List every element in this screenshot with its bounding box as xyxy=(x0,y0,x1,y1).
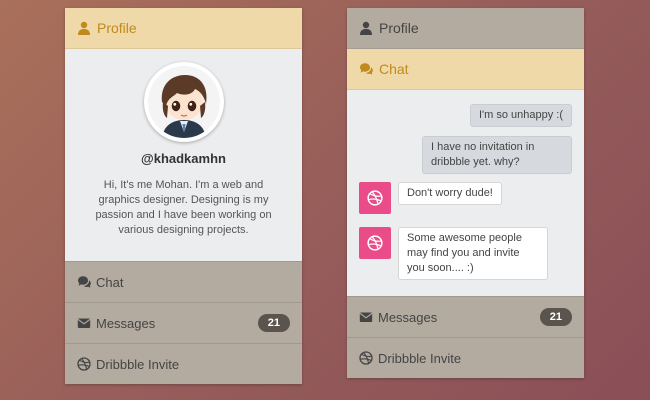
chat-message-sent: I'm so unhappy :( xyxy=(469,104,572,127)
dribbble-icon xyxy=(359,351,373,365)
message-count-badge: 21 xyxy=(257,314,290,332)
profile-card: @khadkamhn Hi, It's me Mohan. I'm a web … xyxy=(65,49,302,261)
menu-item-messages[interactable]: Messages 21 xyxy=(65,302,302,343)
dribbble-icon xyxy=(77,357,91,371)
envelope-icon xyxy=(77,316,91,330)
username: @khadkamhn xyxy=(141,151,226,166)
dribbble-avatar xyxy=(359,182,391,214)
chat-message-received: Don't worry dude! xyxy=(359,182,502,214)
menu-item-messages[interactable]: Messages 21 xyxy=(347,296,584,337)
menu-item-label: Messages xyxy=(96,315,156,331)
message-count-badge: 21 xyxy=(539,308,572,326)
menu-item-dribbble-invite[interactable]: Dribbble Invite xyxy=(347,337,584,378)
comments-icon xyxy=(359,62,373,76)
profile-panel: Profile @khadkamhn Hi, It's me Mohan. I'… xyxy=(65,8,302,384)
user-icon xyxy=(359,21,373,35)
chat-panel: Profile Chat I'm so unhappy :( I have no… xyxy=(347,8,584,378)
dribbble-avatar xyxy=(359,227,391,259)
menu-item-label: Dribbble Invite xyxy=(96,356,180,372)
menu-item-dribbble-invite[interactable]: Dribbble Invite xyxy=(65,343,302,384)
menu-item-chat[interactable]: Chat xyxy=(65,261,302,302)
menu-item-label: Chat xyxy=(96,274,124,290)
chat-message-text: Don't worry dude! xyxy=(398,182,502,205)
menu-item-label: Messages xyxy=(378,309,438,325)
chat-message-received: Some awesome people may find you and inv… xyxy=(359,227,548,280)
chat-message-text: Some awesome people may find you and inv… xyxy=(398,227,548,280)
chat-header[interactable]: Chat xyxy=(347,49,584,90)
comments-icon xyxy=(77,275,91,289)
profile-header-label: Profile xyxy=(379,20,419,36)
chat-message-sent: I have no invitation in dribbble yet. wh… xyxy=(422,136,572,174)
envelope-icon xyxy=(359,310,373,324)
menu-item-label: Dribbble Invite xyxy=(378,350,462,366)
profile-header[interactable]: Profile xyxy=(347,8,584,49)
chat-header-label: Chat xyxy=(379,61,409,77)
bio-text: Hi, It's me Mohan. I'm a web and graphic… xyxy=(95,179,272,236)
profile-header-label: Profile xyxy=(97,20,137,36)
chat-conversation: I'm so unhappy :( I have no invitation i… xyxy=(347,90,584,296)
user-icon xyxy=(77,21,91,35)
profile-header[interactable]: Profile xyxy=(65,8,302,49)
avatar xyxy=(143,62,224,142)
